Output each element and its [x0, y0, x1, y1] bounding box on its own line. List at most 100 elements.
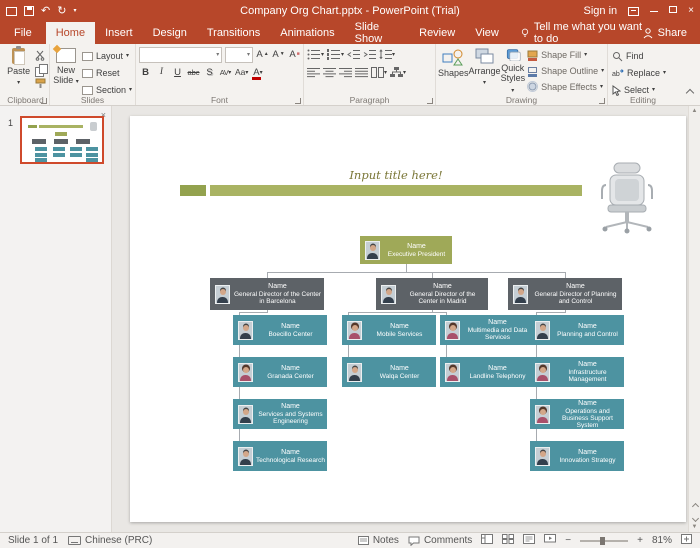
tab-view[interactable]: View: [465, 22, 509, 44]
previous-slide-button[interactable]: [691, 496, 699, 511]
org-node-director[interactable]: Name General Director of the Center in Ma…: [376, 278, 488, 310]
format-painter-icon[interactable]: [35, 78, 46, 89]
org-node[interactable]: Name Technological Research: [233, 441, 327, 471]
find-button[interactable]: Find: [610, 48, 677, 64]
org-node[interactable]: Name Mobile Services: [342, 315, 436, 345]
underline-button[interactable]: U: [171, 65, 184, 80]
minimize-button[interactable]: [650, 6, 659, 16]
slide-sorter-view-button[interactable]: [502, 534, 515, 547]
undo-icon[interactable]: ↶: [41, 5, 50, 17]
clipboard-dialog-launcher-icon[interactable]: [41, 98, 47, 104]
org-node[interactable]: Name Innovation Strategy: [530, 441, 624, 471]
org-node[interactable]: Name Operations and Business Support Syst…: [530, 399, 624, 429]
slide-show-button[interactable]: [544, 534, 557, 547]
org-node[interactable]: Name Planning and Control: [530, 315, 624, 345]
bold-button[interactable]: B: [139, 65, 152, 80]
grow-font-button[interactable]: A ▲: [256, 47, 269, 62]
share-button[interactable]: Share: [643, 22, 700, 44]
tab-review[interactable]: Review: [409, 22, 465, 44]
tab-animations[interactable]: Animations: [270, 22, 344, 44]
slide[interactable]: Input title here! Name Executive Preside…: [130, 116, 686, 522]
collapse-ribbon-icon[interactable]: [685, 83, 695, 101]
tab-design[interactable]: Design: [143, 22, 197, 44]
org-node-executive[interactable]: Name Executive President: [360, 236, 452, 264]
font-dialog-launcher-icon[interactable]: [295, 98, 301, 104]
justify-button[interactable]: [355, 65, 368, 80]
align-right-button[interactable]: [339, 65, 352, 80]
org-node[interactable]: Name Infrastructure Management: [530, 357, 624, 387]
font-size-select[interactable]: ▾: [225, 46, 253, 63]
layout-button[interactable]: Layout ▾: [80, 48, 134, 64]
paragraph-dialog-launcher-icon[interactable]: [427, 98, 433, 104]
maximize-button[interactable]: [669, 6, 678, 16]
character-spacing-button[interactable]: AV ▾: [219, 65, 232, 80]
text-shadow-button[interactable]: S: [203, 65, 216, 80]
decrease-indent-button[interactable]: [347, 47, 361, 62]
org-node[interactable]: Name Multimedia and Data Services: [440, 315, 534, 345]
org-node[interactable]: Name Services and Systems Engineering: [233, 399, 327, 429]
redo-icon[interactable]: ↻: [57, 5, 66, 17]
arrange-button[interactable]: Arrange ▾: [469, 45, 501, 94]
clear-formatting-button[interactable]: A ■: [288, 47, 301, 62]
qat-customize-icon[interactable]: ▾: [73, 8, 76, 14]
scroll-down-icon[interactable]: ▼: [689, 524, 700, 530]
new-slide-button[interactable]: New Slide ▾: [52, 45, 80, 98]
comments-button[interactable]: Comments: [408, 535, 472, 546]
numbering-button[interactable]: ▾: [327, 47, 344, 62]
slide-indicator[interactable]: Slide 1 of 1: [8, 535, 58, 546]
title-accent-bar-short[interactable]: [180, 185, 206, 196]
tell-me-box[interactable]: Tell me what you want to do: [521, 21, 643, 45]
columns-button[interactable]: ▾: [371, 65, 387, 80]
align-center-button[interactable]: [323, 65, 336, 80]
org-node[interactable]: Name Boecillo Center: [233, 315, 327, 345]
quick-styles-button[interactable]: Quick Styles ▾: [501, 45, 525, 94]
line-spacing-button[interactable]: ▾: [379, 47, 395, 62]
italic-button[interactable]: I: [155, 65, 168, 80]
reading-view-button[interactable]: [523, 534, 536, 547]
align-left-button[interactable]: [307, 65, 320, 80]
language-status[interactable]: Chinese (PRC): [85, 535, 152, 546]
paste-button[interactable]: Paste ▾: [4, 45, 33, 89]
convert-to-smartart-button[interactable]: ▾: [390, 65, 406, 80]
org-node[interactable]: Name Landline Telephony: [440, 357, 534, 387]
notes-button[interactable]: Notes: [357, 535, 399, 546]
next-slide-button[interactable]: [691, 508, 699, 523]
ribbon-display-options-icon[interactable]: [628, 6, 640, 16]
tab-file[interactable]: File: [0, 22, 46, 44]
replace-button[interactable]: ab Replace ▾: [610, 65, 677, 81]
zoom-slider-handle[interactable]: [600, 536, 606, 545]
strikethrough-button[interactable]: abc: [187, 65, 200, 80]
normal-view-button[interactable]: [481, 534, 494, 547]
fit-slide-to-window-button[interactable]: [681, 534, 692, 547]
font-color-button[interactable]: A ▾: [251, 65, 264, 80]
title-accent-bar-long[interactable]: [210, 185, 582, 196]
office-chair-image[interactable]: [596, 162, 658, 234]
slide-title-text[interactable]: Input title here!: [210, 168, 582, 182]
copy-icon[interactable]: [35, 64, 49, 77]
shape-fill-button[interactable]: Shape Fill ▾: [525, 48, 606, 63]
font-name-select[interactable]: ▾: [139, 46, 223, 63]
tab-home[interactable]: Home: [45, 22, 96, 44]
save-icon[interactable]: [24, 6, 34, 16]
increase-indent-button[interactable]: [363, 47, 377, 62]
slide-thumbnail[interactable]: [20, 116, 104, 164]
scroll-up-icon[interactable]: ▲: [689, 108, 700, 114]
zoom-in-button[interactable]: +: [637, 535, 643, 546]
zoom-out-button[interactable]: −: [565, 535, 571, 546]
zoom-level[interactable]: 81%: [652, 535, 672, 546]
bullets-button[interactable]: ▾: [307, 47, 324, 62]
zoom-slider[interactable]: [580, 536, 629, 545]
sign-in-button[interactable]: Sign in: [584, 5, 618, 17]
org-node[interactable]: Name Granada Center: [233, 357, 327, 387]
shrink-font-button[interactable]: A ▼: [272, 47, 285, 62]
shape-effects-button[interactable]: Shape Effects ▾: [525, 79, 606, 94]
shape-outline-button[interactable]: Shape Outline ▾: [525, 64, 606, 79]
reset-button[interactable]: Reset: [80, 65, 134, 81]
close-button[interactable]: ×: [688, 6, 694, 16]
change-case-button[interactable]: Aa ▾: [235, 65, 248, 80]
tab-slide-show[interactable]: Slide Show: [345, 21, 409, 45]
tab-transitions[interactable]: Transitions: [197, 22, 270, 44]
org-node-director[interactable]: Name General Director of the Center in Ba…: [210, 278, 324, 310]
drawing-dialog-launcher-icon[interactable]: [599, 98, 605, 104]
cut-icon[interactable]: [35, 50, 46, 61]
